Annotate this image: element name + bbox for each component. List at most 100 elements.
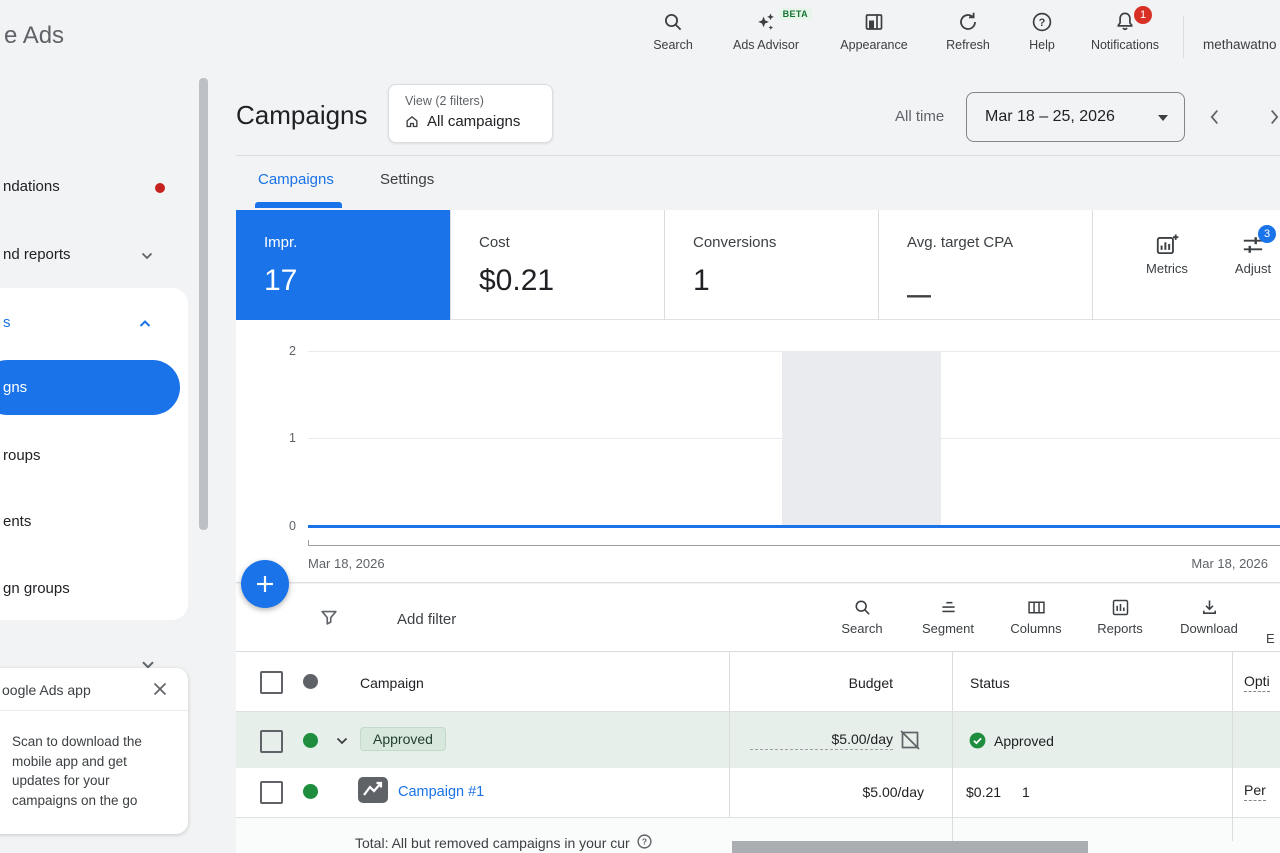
notification-count-badge: 1 (1134, 6, 1152, 24)
toolbar-columns-button[interactable]: Columns (1004, 597, 1068, 636)
group-budget-value[interactable]: $5.00/day (750, 731, 893, 750)
adjust-label: Adjust (1224, 261, 1280, 276)
date-range-picker[interactable]: Mar 18 – 25, 2026 (966, 92, 1185, 142)
ytick-1: 1 (270, 431, 296, 445)
sidebar-item-campaign-groups[interactable]: gn groups (3, 580, 70, 597)
scorecard-divider (1092, 210, 1093, 320)
toolbar-expand-label[interactable]: E (1266, 631, 1275, 646)
campaign-cost-value: $0.21 (966, 784, 1001, 800)
toolbar-search-button[interactable]: Search (834, 597, 890, 636)
scorecard-cost[interactable]: Cost $0.21 (451, 210, 664, 320)
promo-body: Scan to download the mobile app and get … (12, 732, 154, 810)
toolbar-download-button[interactable]: Download (1174, 597, 1244, 636)
recommendations-alert-dot (155, 183, 165, 193)
scorecard-avg-target-cpa[interactable]: Avg. target CPA — (879, 210, 1092, 320)
topbar-help-label: Help (1014, 38, 1070, 52)
column-header-optimization[interactable]: Opti (1244, 673, 1270, 692)
campaign-conversions-value: 1 (1022, 784, 1030, 800)
column-separator (1232, 652, 1233, 841)
column-separator (952, 652, 953, 841)
campaign-name-link[interactable]: Campaign #1 (398, 784, 484, 800)
chart-series-line (308, 525, 1280, 528)
status-filter-dot[interactable] (303, 674, 318, 689)
horizontal-scrollbar[interactable] (732, 841, 1088, 853)
add-filter-button[interactable]: Add filter (397, 611, 456, 628)
sidebar-item-insights-reports[interactable]: nd reports (3, 246, 71, 263)
view-selector[interactable]: View (2 filters) All campaigns (388, 84, 553, 143)
topbar-search-button[interactable]: Search (641, 10, 705, 52)
total-row-label: Total: All but removed campaigns in your… (355, 835, 630, 851)
topbar-refresh-button[interactable]: Refresh (931, 10, 1005, 52)
metrics-button[interactable]: Metrics (1138, 232, 1196, 276)
table-toolbar: Add filter Search Segment Columns (236, 584, 1280, 652)
date-scope-label[interactable]: All time (895, 108, 944, 125)
app-logo: e Ads (4, 22, 64, 50)
chevron-up-icon[interactable] (136, 315, 154, 333)
chevron-down-icon[interactable] (138, 247, 156, 265)
column-header-status[interactable]: Status (970, 675, 1010, 691)
search-icon (661, 10, 685, 34)
search-icon (852, 597, 873, 618)
enabled-status-dot (303, 784, 318, 799)
campaign-budget-value[interactable]: $5.00/day (781, 784, 924, 800)
date-next-chevron-icon[interactable] (1263, 106, 1280, 128)
chevron-down-icon[interactable] (333, 732, 351, 750)
plus-icon (254, 573, 276, 595)
approved-filter-chip[interactable]: Approved (360, 727, 446, 751)
x-axis-line (308, 545, 1280, 546)
scorecard-impressions[interactable]: Impr. 17 (236, 210, 450, 320)
topbar-help-button[interactable]: ? Help (1014, 10, 1070, 52)
tab-campaigns[interactable]: Campaigns (258, 171, 334, 188)
x-axis-start-label: Mar 18, 2026 (308, 556, 385, 571)
help-circle-icon[interactable]: ? (636, 833, 653, 850)
beta-badge: BETA (779, 8, 812, 20)
topbar-notifications-label: Notifications (1075, 38, 1175, 52)
close-icon[interactable] (152, 681, 168, 697)
topbar-appearance-button[interactable]: Appearance (828, 10, 920, 52)
table-campaign-row[interactable]: Campaign #1 $5.00/day $0.21 1 Per (236, 768, 1280, 818)
topbar-notifications-button[interactable]: 1 Notifications (1075, 10, 1175, 52)
metrics-label: Metrics (1138, 261, 1196, 276)
filter-funnel-icon[interactable] (318, 607, 340, 629)
mobile-app-promo-card: oogle Ads app Scan to download the mobil… (0, 668, 188, 834)
sidebar-item-ad-groups[interactable]: roups (3, 447, 41, 464)
campaign-optimization-value[interactable]: Per (1244, 782, 1266, 801)
toolbar-reports-button[interactable]: Reports (1090, 597, 1150, 636)
gridline-1 (308, 438, 1280, 439)
table-group-row[interactable]: Approved $5.00/day Approved (236, 712, 1280, 768)
scorecard-cpa-label: Avg. target CPA (907, 234, 1013, 251)
column-header-campaign[interactable]: Campaign (360, 675, 424, 691)
help-icon: ? (1030, 10, 1054, 34)
sidebar-section-campaigns[interactable]: s (3, 314, 11, 331)
topbar-search-label: Search (641, 38, 705, 52)
ads-advisor-sparkle-icon (754, 10, 778, 34)
sidebar-item-recommendations[interactable]: ndations (3, 178, 60, 195)
row-checkbox[interactable] (260, 730, 283, 753)
scorecard-conversions-label: Conversions (693, 234, 776, 251)
select-all-checkbox[interactable] (260, 671, 283, 694)
x-axis-left-tick (308, 540, 309, 545)
columns-icon (1026, 597, 1047, 618)
check-circle-icon (968, 731, 987, 750)
topbar-appearance-label: Appearance (828, 38, 920, 52)
topbar: e Ads Search BETA Ads Advisor (0, 0, 1280, 70)
tab-settings[interactable]: Settings (380, 171, 434, 188)
group-status-value: Approved (994, 733, 1054, 749)
help-question-glyph: ? (1039, 17, 1046, 29)
scorecard-impressions-value: 17 (264, 264, 297, 298)
campaign-type-icon (358, 777, 388, 803)
toolbar-search-label: Search (834, 621, 890, 636)
scorecard-conversions[interactable]: Conversions 1 (665, 210, 878, 320)
row-checkbox[interactable] (260, 781, 283, 804)
topbar-ads-advisor-button[interactable]: BETA Ads Advisor (718, 10, 814, 52)
scorecard-cpa-value: — (907, 282, 931, 310)
toolbar-segment-button[interactable]: Segment (916, 597, 980, 636)
create-campaign-fab[interactable] (241, 560, 289, 608)
sidebar-item-experiments[interactable]: ents (3, 513, 31, 530)
date-prev-chevron-icon[interactable] (1204, 106, 1226, 128)
sidebar: ndations nd reports s gns roups ents gn … (0, 70, 212, 853)
column-header-budget[interactable]: Budget (793, 675, 893, 691)
promo-title: oogle Ads app (2, 682, 91, 698)
account-name[interactable]: methawatno (1203, 37, 1277, 52)
vertical-scrollbar[interactable] (199, 78, 208, 530)
